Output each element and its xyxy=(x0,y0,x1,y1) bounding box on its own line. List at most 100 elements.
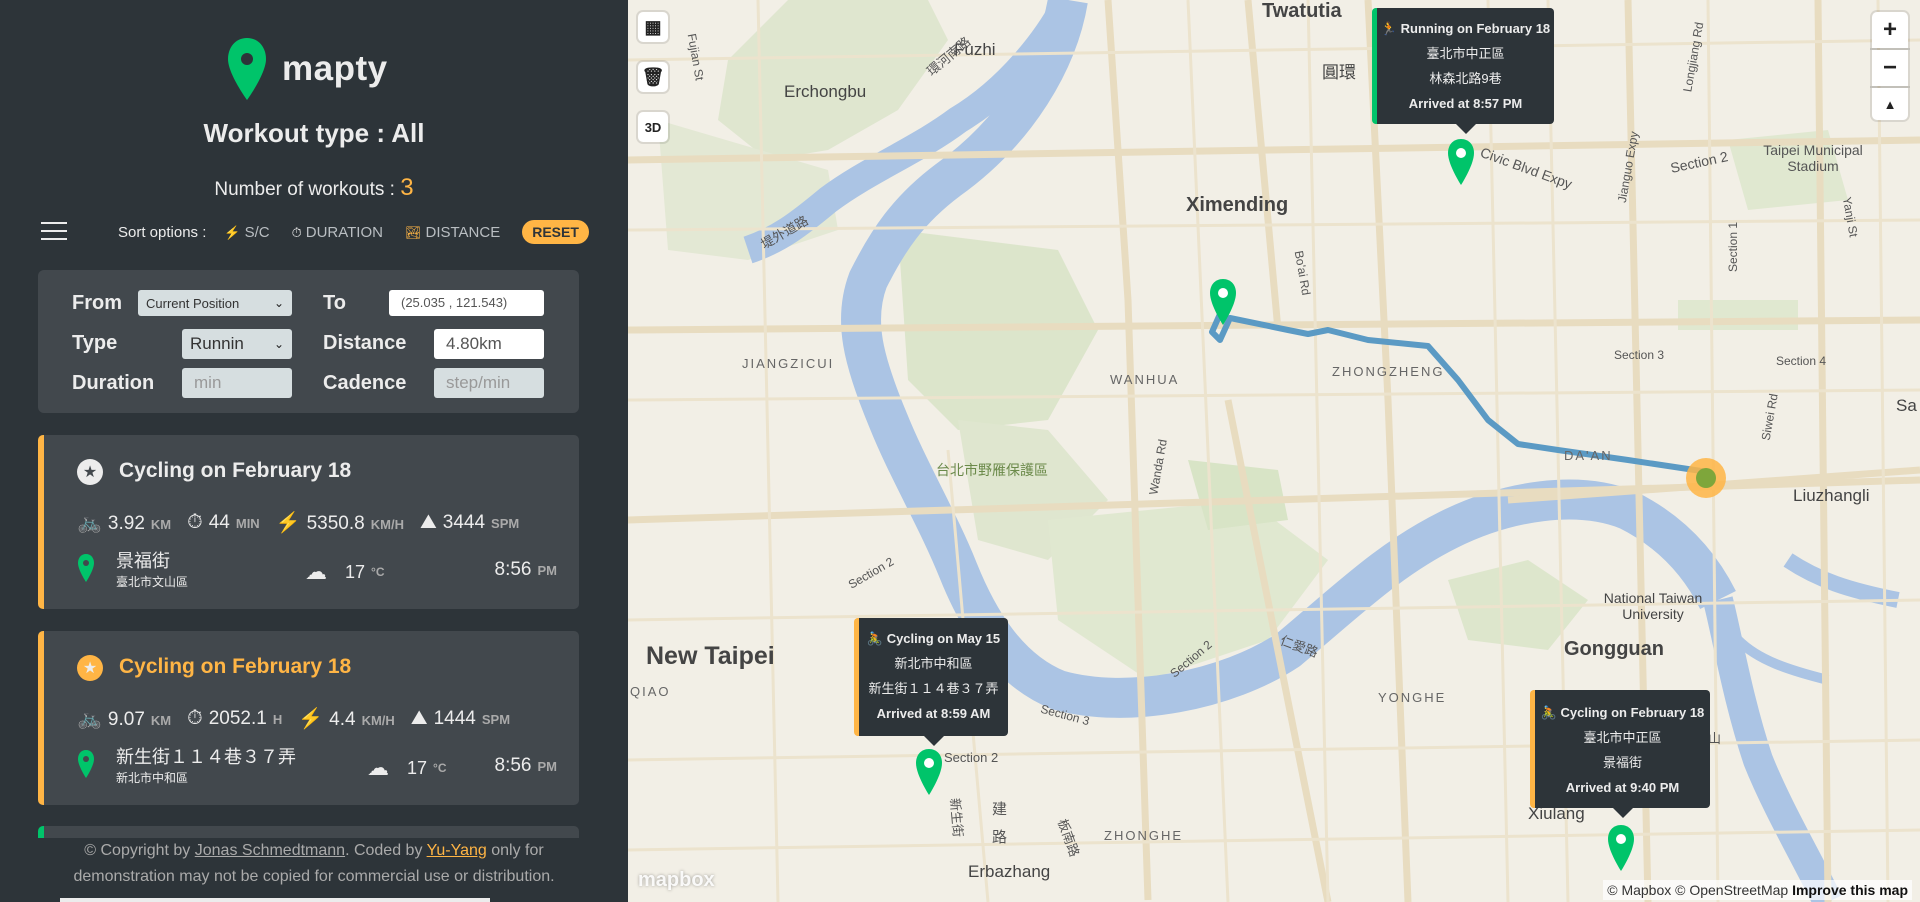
workout-form: From Current Position ⌄ To (25.035 , 121.… xyxy=(38,270,579,413)
distance-stat: 🚲 9.07 KM xyxy=(77,706,171,731)
elevation-value: 1444 xyxy=(433,708,476,729)
zoom-in-button[interactable]: + xyxy=(1872,12,1908,48)
popup-tip xyxy=(923,736,944,746)
duration-unit: H xyxy=(272,712,283,727)
map-pin-logo-icon xyxy=(228,38,266,100)
workout-popup[interactable]: 🚴 Cycling on May 15 新北市中和區 新生街１１４巷３７弄 Ar… xyxy=(854,618,1008,746)
speed-unit: KM/H xyxy=(370,517,404,532)
lightning-icon: ⚡ xyxy=(298,708,324,730)
distance-input[interactable]: 4.80km xyxy=(434,329,544,359)
map-label-yonghe: YONGHE xyxy=(1378,690,1447,705)
footer-line-1: © Copyright by Jonas Schmedtmann. Coded … xyxy=(0,838,628,864)
from-select[interactable]: Current Position ⌄ xyxy=(138,290,292,316)
workout-time: 8:56 PM xyxy=(495,755,557,777)
workout-popup[interactable]: 🏃 Running on February 18 臺北市中正區 林森北路9巷 A… xyxy=(1372,8,1554,134)
sort-by-duration-button[interactable]: ⏱ DURATION xyxy=(292,224,383,241)
distance-unit: KM xyxy=(150,517,172,532)
location-name: 景福街 xyxy=(116,551,170,571)
attribution-text[interactable]: © Mapbox © OpenStreetMap xyxy=(1607,882,1788,898)
map-label-section: Section 3 xyxy=(1614,348,1665,362)
temperature-value: 17 xyxy=(407,757,428,778)
copyright-footer: © Copyright by Jonas Schmedtmann. Coded … xyxy=(0,838,628,902)
stopwatch-icon: ⏱ xyxy=(291,224,302,240)
map-label-ntu: National Taiwan University xyxy=(1603,590,1703,622)
3d-toggle-button[interactable]: 3D xyxy=(638,112,668,142)
map-label-twatutia: Twatutia xyxy=(1262,0,1342,22)
compass-icon[interactable]: ▲ xyxy=(1872,88,1908,120)
mountain-icon: ⛰ xyxy=(410,707,428,729)
coder-link[interactable]: Yu-Yang xyxy=(427,842,487,859)
duration-value: 44 xyxy=(208,512,230,533)
workout-time: 8:56 PM xyxy=(495,559,557,581)
popup-title-text: Running on February 18 xyxy=(1400,21,1551,36)
map-marker-pin-icon[interactable] xyxy=(1208,278,1238,326)
hamburger-menu-icon[interactable] xyxy=(41,222,67,240)
elevation-value: 3444 xyxy=(442,512,486,533)
speed-value: 5350.8 xyxy=(306,513,365,534)
map-label-section: Section 1 xyxy=(1726,221,1741,273)
map-label-section: Section 4 xyxy=(1776,354,1827,368)
footer-divider xyxy=(60,898,490,902)
sort-by-distance-button[interactable]: 🏞 DISTANCE xyxy=(405,224,500,241)
workout-card[interactable]: ★ Cycling on February 18 🚲 3.92 KM ⏱ 44 MIN … xyxy=(38,435,579,609)
trash-icon[interactable]: 🗑 xyxy=(638,62,668,92)
workout-stats: 🚲 9.07 KM ⏱ 2052.1 H ⚡ 4.4 KM/H ⛰ 1444 SPM xyxy=(77,706,526,731)
workout-location-row: 新生街１１４巷３７弄 新北市中和區 ☁ 17 °C 8:56 PM xyxy=(77,743,557,787)
map-label-yuanhuan: 圓環 xyxy=(1322,63,1356,82)
map-label-sa: Sa xyxy=(1896,396,1917,415)
duration-input[interactable]: min xyxy=(182,368,292,398)
temperature-unit: °C xyxy=(371,565,385,579)
workout-type-heading: Workout type : All xyxy=(203,118,425,148)
cloud-icon: ☁ xyxy=(305,559,327,584)
bicycle-icon: 🚴 xyxy=(866,631,884,646)
map-view[interactable]: Twatutia Fuzhi Erchongbu Ximending JIANG… xyxy=(628,0,1920,902)
star-icon[interactable]: ★ xyxy=(77,459,103,485)
map-label-lu: 路 xyxy=(992,829,1008,846)
type-select[interactable]: Runnin ⌄ xyxy=(182,329,292,359)
map-label-erbazhang: Erbazhang xyxy=(968,862,1051,881)
map-label-park: 台北市野雁保護區 xyxy=(936,462,1048,478)
location-district: 臺北市文山區 xyxy=(116,575,189,589)
popup-title-text: Cycling on February 18 xyxy=(1560,705,1705,720)
map-layer-icon[interactable]: ▦ xyxy=(638,12,668,42)
chevron-down-icon: ⌄ xyxy=(273,337,284,351)
sort-options: Sort options : ⚡ S/C ⏱ DURATION 🏞 DISTANCE … xyxy=(118,220,589,244)
sort-by-speed-button[interactable]: ⚡ S/C xyxy=(224,224,269,241)
speed-stat: ⚡ 4.4 KM/H xyxy=(298,706,395,731)
author-link[interactable]: Jonas Schmedtmann xyxy=(195,842,345,859)
landscape-icon: 🏞 xyxy=(404,224,422,240)
workout-title: Cycling on February 18 xyxy=(119,655,352,678)
temperature-value: 17 xyxy=(345,561,366,582)
sort-option-label: S/C xyxy=(244,223,270,241)
map-label-new-taipei: New Taipei xyxy=(646,642,775,670)
popup-title: 🏃 Running on February 18 xyxy=(1377,16,1554,41)
workout-popup[interactable]: 🚴 Cycling on February 18 臺北市中正區 景福街 Arri… xyxy=(1530,690,1710,818)
star-icon[interactable]: ★ xyxy=(77,655,103,681)
map-label-stadium: Taipei Municipal Stadium xyxy=(1763,142,1863,174)
map-base-layer xyxy=(628,0,1920,902)
footer-text: . Coded by xyxy=(345,842,427,859)
map-marker-pin-icon[interactable] xyxy=(1606,824,1636,872)
footer-text: © Copyright by xyxy=(84,842,195,859)
cadence-label: Cadence xyxy=(323,372,407,394)
type-select-value: Runnin xyxy=(190,334,244,353)
to-input[interactable]: (25.035 , 121.543) xyxy=(389,290,544,316)
distance-value: 9.07 xyxy=(107,709,145,730)
map-marker-pin-icon[interactable] xyxy=(914,748,944,796)
from-label: From xyxy=(72,292,122,314)
zoom-out-button[interactable]: − xyxy=(1872,50,1908,86)
improve-map-link[interactable]: Improve this map xyxy=(1792,882,1908,898)
map-label-daan: DA'AN xyxy=(1564,448,1613,463)
mapbox-logo[interactable]: mapbox xyxy=(638,869,715,892)
workout-card[interactable]: ★ Cycling on February 18 🚲 9.07 KM ⏱ 2052.1… xyxy=(38,631,579,805)
map-marker-pin-icon[interactable] xyxy=(1446,138,1476,186)
sidebar: mapty Workout type : All Number of worko… xyxy=(0,0,628,902)
elevation-unit: SPM xyxy=(481,712,511,727)
map-label-section: Section 2 xyxy=(944,750,999,765)
cadence-input[interactable]: step/min xyxy=(434,368,544,398)
reset-button[interactable]: RESET xyxy=(522,220,589,244)
location-district: 新北市中和區 xyxy=(116,771,189,785)
workout-count-label: Number of workouts : xyxy=(214,179,401,200)
map-label-wanhua: WANHUA xyxy=(1110,372,1180,387)
time-value: 8:56 xyxy=(494,559,532,580)
